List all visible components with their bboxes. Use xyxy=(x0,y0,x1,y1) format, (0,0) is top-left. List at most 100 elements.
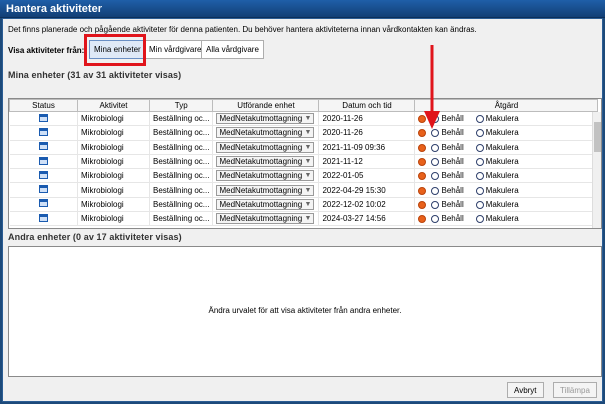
calendar-icon xyxy=(38,142,48,151)
cancel-activity-label: Makulera xyxy=(485,214,519,224)
cell-activity: Mikrobiologi xyxy=(77,125,150,141)
chevron-down-icon: ▼ xyxy=(304,172,312,180)
section-title-other: Andra enheter (0 av 17 aktiviteter visas… xyxy=(8,232,182,242)
cell-date: 2021-11-09 09:36 xyxy=(318,140,416,155)
unit-select[interactable]: MedNetakutmottagning ▼ xyxy=(216,198,315,210)
unit-select[interactable]: MedNetakutmottagning ▼ xyxy=(216,113,315,125)
activities-table: Status Aktivitet Typ Utförande enhet Dat… xyxy=(8,98,602,229)
vertical-scrollbar[interactable] xyxy=(592,112,601,228)
unit-select-value: MedNetakutmottagning xyxy=(219,185,303,195)
cancel-activity-radio[interactable] xyxy=(475,129,484,138)
table-row[interactable]: Mikrobiologi Beställning oc... MedNetakutm… xyxy=(9,168,599,184)
keep-label: Behåll xyxy=(441,185,464,195)
cell-activity: Mikrobiologi xyxy=(77,197,150,213)
red-arrow-icon xyxy=(424,45,440,129)
empty-message: Ändra urvalet för att visa aktiviteter f… xyxy=(208,306,402,315)
cancel-activity-radio[interactable] xyxy=(475,143,484,152)
table-header: Status Aktivitet Typ Utförande enhet Dat… xyxy=(9,99,599,112)
status-dot-icon xyxy=(418,172,427,181)
keep-radio[interactable] xyxy=(431,200,440,209)
cancel-activity-radio[interactable] xyxy=(475,115,484,124)
cell-activity: Mikrobiologi xyxy=(77,111,150,127)
column-header-unit[interactable]: Utförande enhet xyxy=(212,99,320,112)
cancel-activity-label: Makulera xyxy=(485,199,519,209)
column-header-activity[interactable]: Aktivitet xyxy=(77,99,150,112)
keep-label: Behåll xyxy=(441,114,464,124)
highlight-box xyxy=(84,34,146,66)
cancel-activity-radio[interactable] xyxy=(475,215,484,224)
cancel-activity-label: Makulera xyxy=(485,114,519,124)
apply-button[interactable]: Tillämpa xyxy=(553,382,597,398)
cell-activity: Mikrobiologi xyxy=(77,168,150,184)
unit-select[interactable]: MedNetakutmottagning ▼ xyxy=(216,156,315,168)
keep-label: Behåll xyxy=(441,157,464,167)
unit-select[interactable]: MedNetakutmottagning ▼ xyxy=(216,184,315,196)
cell-type: Beställning oc... xyxy=(149,168,214,184)
unit-select-value: MedNetakutmottagning xyxy=(219,128,303,138)
calendar-icon xyxy=(38,185,48,194)
chevron-down-icon: ▼ xyxy=(304,200,312,208)
keep-radio[interactable] xyxy=(431,157,440,166)
keep-radio[interactable] xyxy=(431,172,440,181)
cancel-button[interactable]: Avbryt xyxy=(507,382,544,398)
table-row[interactable]: Mikrobiologi Beställning oc... MedNetakutm… xyxy=(9,154,599,170)
calendar-icon xyxy=(38,127,48,136)
unit-select-value: MedNetakutmottagning xyxy=(219,114,303,124)
cell-type: Beställning oc... xyxy=(149,154,214,170)
cancel-activity-label: Makulera xyxy=(485,142,519,152)
column-header-action[interactable]: Åtgärd xyxy=(414,99,599,112)
table-row[interactable]: Mikrobiologi Beställning oc... MedNetakutm… xyxy=(9,111,599,127)
chevron-down-icon: ▼ xyxy=(304,215,312,223)
cell-type: Beställning oc... xyxy=(149,140,214,155)
filter-label: Visa aktiviteter från: xyxy=(8,46,85,55)
cell-date: 2020-11-26 xyxy=(318,125,416,141)
unit-select[interactable]: MedNetakutmottagning ▼ xyxy=(216,141,315,153)
chevron-down-icon: ▼ xyxy=(304,186,312,194)
scrollbar-thumb[interactable] xyxy=(594,122,601,152)
keep-radio[interactable] xyxy=(431,215,440,224)
cell-activity: Mikrobiologi xyxy=(77,182,150,198)
keep-label: Behåll xyxy=(441,171,464,181)
cell-type: Beställning oc... xyxy=(149,182,214,198)
column-header-type[interactable]: Typ xyxy=(148,99,214,112)
filter-my-provider-button[interactable]: Min vårdgivare xyxy=(144,40,207,59)
keep-radio[interactable] xyxy=(431,186,440,195)
table-row[interactable]: Mikrobiologi Beställning oc... MedNetakutm… xyxy=(9,140,599,155)
cancel-activity-radio[interactable] xyxy=(475,172,484,181)
unit-select[interactable]: MedNetakutmottagning ▼ xyxy=(216,213,315,225)
calendar-icon xyxy=(38,156,48,165)
cancel-activity-radio[interactable] xyxy=(475,200,484,209)
status-dot-icon xyxy=(418,186,427,195)
cell-activity: Mikrobiologi xyxy=(77,211,150,227)
calendar-icon xyxy=(38,199,48,208)
activities-grid: Status Aktivitet Typ Utförande enhet Dat… xyxy=(9,99,599,227)
cell-type: Beställning oc... xyxy=(149,197,214,213)
unit-select-value: MedNetakutmottagning xyxy=(219,142,303,152)
unit-select[interactable]: MedNetakutmottagning ▼ xyxy=(216,127,315,139)
table-row[interactable]: Mikrobiologi Beställning oc... MedNetakutm… xyxy=(9,182,599,198)
keep-label: Behåll xyxy=(441,214,464,224)
keep-radio[interactable] xyxy=(431,143,440,152)
status-dot-icon xyxy=(418,215,427,224)
status-dot-icon xyxy=(418,200,427,209)
manage-activities-dialog: Det finns planerade och pågående aktivit… xyxy=(2,18,603,402)
cancel-activity-radio[interactable] xyxy=(475,186,484,195)
cell-date: 2022-01-05 xyxy=(318,168,416,184)
table-row[interactable]: Mikrobiologi Beställning oc... MedNetakutm… xyxy=(9,211,599,227)
cancel-activity-radio[interactable] xyxy=(475,157,484,166)
table-row[interactable]: Mikrobiologi Beställning oc... MedNetakutm… xyxy=(9,125,599,141)
cancel-activity-label: Makulera xyxy=(485,128,519,138)
column-header-status[interactable]: Status xyxy=(9,99,78,112)
cell-date: 2021-11-12 xyxy=(318,154,416,170)
cell-date: 2020-11-26 xyxy=(318,111,416,127)
status-dot-icon xyxy=(418,157,427,166)
chevron-down-icon: ▼ xyxy=(304,115,312,123)
unit-select[interactable]: MedNetakutmottagning ▼ xyxy=(216,170,315,182)
section-title-mine: Mina enheter (31 av 31 aktiviteter visas… xyxy=(8,70,182,80)
cancel-activity-label: Makulera xyxy=(485,171,519,181)
calendar-icon xyxy=(38,170,48,179)
cancel-activity-label: Makulera xyxy=(485,185,519,195)
table-row[interactable]: Mikrobiologi Beställning oc... MedNetakutm… xyxy=(9,197,599,213)
filter-all-providers-button[interactable]: Alla vårdgivare xyxy=(201,40,264,59)
column-header-date[interactable]: Datum och tid xyxy=(318,99,416,112)
